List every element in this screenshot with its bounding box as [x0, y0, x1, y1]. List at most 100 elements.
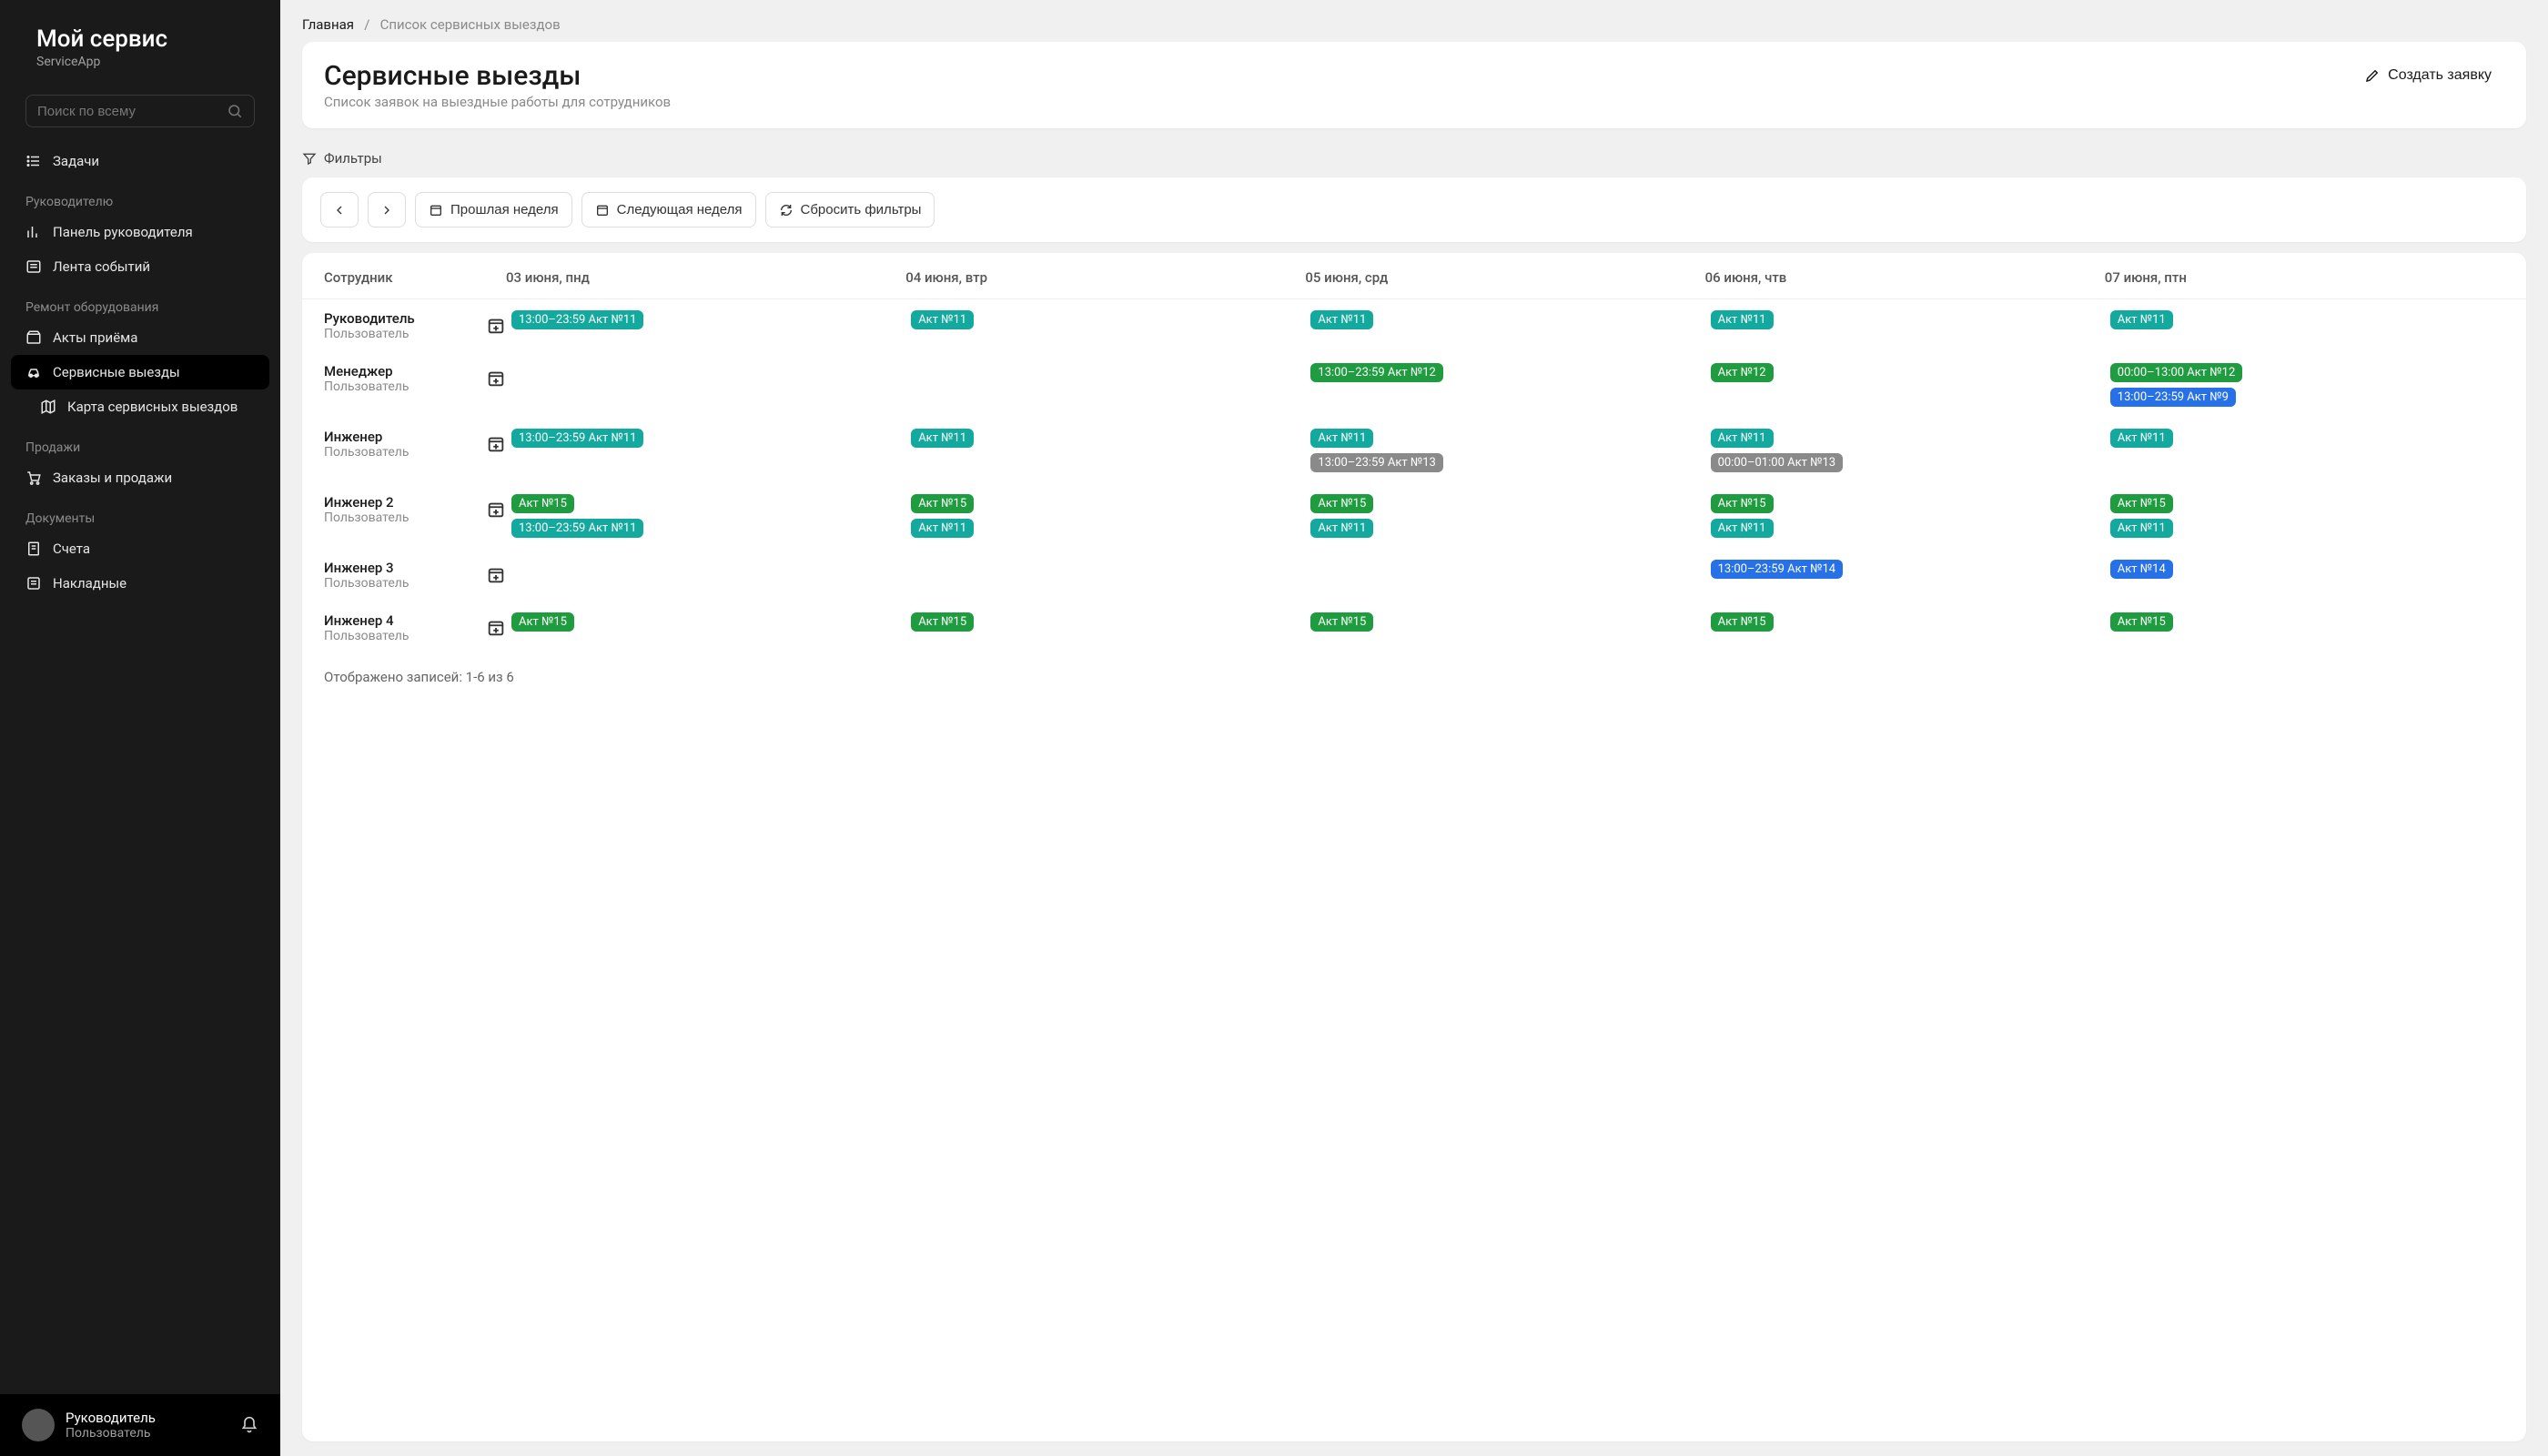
- sidebar-item-waybills[interactable]: Накладные: [11, 566, 269, 601]
- sidebar-item-acts[interactable]: Акты приёма: [11, 320, 269, 355]
- calendar-icon: [595, 203, 610, 217]
- reset-filters-button[interactable]: Сбросить фильтры: [765, 192, 935, 228]
- employee-role: Пользователь: [324, 576, 477, 591]
- act-badge[interactable]: Акт №11: [1310, 429, 1373, 448]
- act-badge[interactable]: Акт №11: [1711, 429, 1774, 448]
- header-card: Сервисные выезды Список заявок на выездн…: [302, 42, 2526, 128]
- act-badge[interactable]: Акт №15: [911, 494, 974, 513]
- sidebar-item-label: Акты приёма: [53, 329, 137, 346]
- calendar-add-icon[interactable]: [486, 434, 506, 454]
- brand-title: Мой сервис: [36, 25, 244, 53]
- page-title: Сервисные выезды: [324, 60, 671, 92]
- act-badge[interactable]: Акт №11: [911, 429, 974, 448]
- act-badge[interactable]: 13:00–23:59 Акт №13: [1310, 453, 1442, 472]
- sidebar-item-orders[interactable]: Заказы и продажи: [11, 460, 269, 495]
- act-badge[interactable]: 00:00–01:00 Акт №13: [1711, 453, 1843, 472]
- avatar[interactable]: [22, 1409, 55, 1441]
- employee-cell: Менеджер Пользователь: [324, 363, 506, 394]
- calendar-add-icon[interactable]: [486, 316, 506, 336]
- employee-name: Инженер 4: [324, 612, 477, 629]
- filters-row[interactable]: Фильтры: [280, 139, 2548, 177]
- page-subtitle: Список заявок на выездные работы для сот…: [324, 94, 671, 110]
- day-cell: Акт №15 Акт №11: [905, 494, 1305, 538]
- next-week-button[interactable]: Следующая неделя: [581, 192, 756, 228]
- sidebar-item-tasks[interactable]: Задачи: [11, 144, 269, 178]
- sidebar-item-service-map[interactable]: Карта сервисных выездов: [11, 389, 269, 424]
- sidebar-item-feed[interactable]: Лента событий: [11, 249, 269, 284]
- create-request-label: Создать заявку: [2388, 67, 2492, 84]
- act-badge[interactable]: Акт №11: [1310, 519, 1373, 538]
- col-day: 05 июня, срд: [1305, 269, 1704, 286]
- table-row: Руководитель Пользователь 13:00–23:59 Ак…: [302, 299, 2526, 352]
- act-badge[interactable]: 13:00–23:59 Акт №12: [1310, 363, 1442, 382]
- col-day: 03 июня, пнд: [506, 269, 905, 286]
- chart-icon: [25, 224, 42, 240]
- act-badge[interactable]: Акт №11: [911, 310, 974, 329]
- day-cell: Акт №11: [1305, 310, 1704, 329]
- receipt-icon: [25, 541, 42, 557]
- act-badge[interactable]: Акт №14: [2110, 560, 2173, 579]
- employee-name: Инженер: [324, 429, 477, 445]
- day-cell: Акт №11: [1705, 310, 2105, 329]
- search-box[interactable]: [25, 95, 255, 127]
- brand-subtitle: ServiceApp: [36, 55, 244, 69]
- table-body: Руководитель Пользователь 13:00–23:59 Ак…: [302, 299, 2526, 654]
- col-day: 04 июня, втр: [905, 269, 1305, 286]
- calendar-add-icon[interactable]: [486, 565, 506, 585]
- employee-cell: Руководитель Пользователь: [324, 310, 506, 341]
- act-badge[interactable]: Акт №11: [1711, 310, 1774, 329]
- act-badge[interactable]: Акт №15: [911, 612, 974, 632]
- sidebar-item-invoices[interactable]: Счета: [11, 531, 269, 566]
- act-badge[interactable]: Акт №15: [1310, 494, 1373, 513]
- act-badge[interactable]: Акт №11: [911, 519, 974, 538]
- act-badge[interactable]: Акт №15: [511, 494, 574, 513]
- act-badge[interactable]: Акт №15: [511, 612, 574, 632]
- employee-name: Инженер 2: [324, 494, 477, 511]
- act-badge[interactable]: 13:00–23:59 Акт №11: [511, 310, 643, 329]
- calendar-add-icon[interactable]: [486, 369, 506, 389]
- act-badge[interactable]: Акт №15: [1711, 612, 1774, 632]
- main: Главная / Список сервисных выездов Серви…: [280, 0, 2548, 1456]
- prev-button[interactable]: [320, 192, 359, 228]
- sidebar-item-service[interactable]: Сервисные выезды: [11, 355, 269, 389]
- act-badge[interactable]: Акт №15: [2110, 612, 2173, 632]
- act-badge[interactable]: 00:00–13:00 Акт №12: [2110, 363, 2242, 382]
- day-cell: 13:00–23:59 Акт №14: [1705, 560, 2105, 579]
- day-cell: Акт №15 Акт №11: [1705, 494, 2105, 538]
- act-badge[interactable]: Акт №12: [1711, 363, 1774, 382]
- breadcrumb-sep: /: [358, 16, 377, 33]
- bell-icon[interactable]: [240, 1416, 258, 1434]
- employee-role: Пользователь: [324, 511, 477, 525]
- calendar-add-icon[interactable]: [486, 500, 506, 520]
- sidebar-item-dashboard[interactable]: Панель руководителя: [11, 215, 269, 249]
- employee-role: Пользователь: [324, 629, 477, 643]
- search-input[interactable]: [37, 104, 227, 119]
- act-badge[interactable]: 13:00–23:59 Акт №14: [1711, 560, 1843, 579]
- next-button[interactable]: [368, 192, 406, 228]
- act-badge[interactable]: Акт №11: [1310, 310, 1373, 329]
- calendar-add-icon[interactable]: [486, 618, 506, 638]
- breadcrumb-home[interactable]: Главная: [302, 16, 354, 33]
- table-head: Сотрудник03 июня, пнд04 июня, втр05 июня…: [302, 253, 2526, 299]
- act-badge[interactable]: Акт №11: [2110, 519, 2173, 538]
- act-badge[interactable]: Акт №15: [2110, 494, 2173, 513]
- act-badge[interactable]: Акт №15: [1711, 494, 1774, 513]
- prev-week-button[interactable]: Прошлая неделя: [415, 192, 572, 228]
- sidebar-item-label: Лента событий: [53, 258, 150, 275]
- act-badge[interactable]: Акт №15: [1310, 612, 1373, 632]
- pencil-icon: [2364, 67, 2381, 84]
- prev-week-label: Прошлая неделя: [450, 202, 559, 217]
- day-cell: Акт №15: [1705, 612, 2105, 632]
- day-cell: Акт №15: [1305, 612, 1704, 632]
- nav: Задачи Руководителю Панель руководителя …: [0, 135, 280, 1394]
- sidebar-item-label: Панель руководителя: [53, 224, 193, 240]
- create-request-button[interactable]: Создать заявку: [2351, 60, 2504, 91]
- act-badge[interactable]: 13:00–23:59 Акт №9: [2110, 388, 2236, 407]
- act-badge[interactable]: Акт №11: [2110, 429, 2173, 448]
- reset-filters-label: Сбросить фильтры: [801, 202, 922, 217]
- act-badge[interactable]: 13:00–23:59 Акт №11: [511, 429, 643, 448]
- act-badge[interactable]: Акт №11: [1711, 519, 1774, 538]
- act-badge[interactable]: 13:00–23:59 Акт №11: [511, 519, 643, 538]
- act-badge[interactable]: Акт №11: [2110, 310, 2173, 329]
- day-cell: 13:00–23:59 Акт №11: [506, 310, 905, 329]
